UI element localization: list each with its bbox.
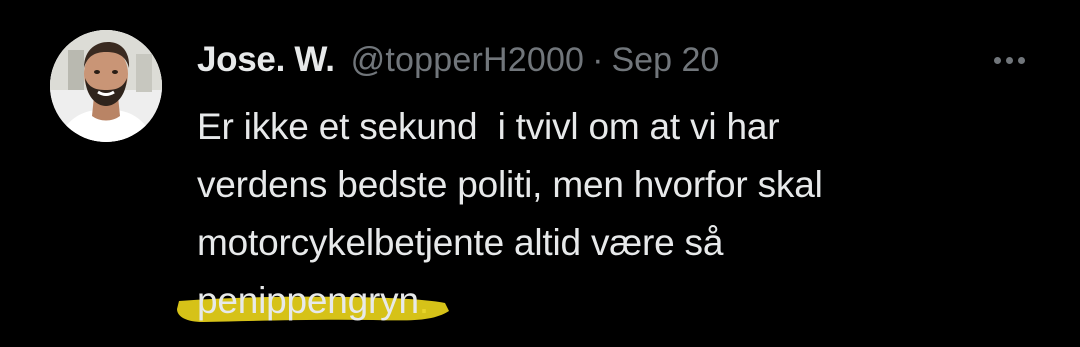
highlighted-word: penippengryn xyxy=(177,272,449,330)
separator-dot: · xyxy=(592,40,604,79)
tweet-text: Er ikke et sekund i tvivl om at vi har v… xyxy=(177,98,997,330)
avatar[interactable] xyxy=(50,30,162,142)
tweet-text-line: motorcykelbetjente altid være så xyxy=(197,222,724,263)
tweet-timestamp[interactable]: Sep 20 xyxy=(612,41,720,80)
author-handle[interactable]: @topperH2000 xyxy=(351,41,585,80)
profile-photo-icon xyxy=(50,30,162,142)
tweet-text-line: Er ikke et sekund i tvivl om at vi har xyxy=(197,106,780,147)
more-options-icon xyxy=(993,56,1025,64)
tweet[interactable]: Jose. W. @topperH2000 · Sep 20 Er ikke e… xyxy=(0,0,1080,347)
tweet-text-line: verdens bedste politi, men hvorfor skal xyxy=(197,164,823,205)
more-options-button[interactable] xyxy=(982,38,1036,82)
author-display-name[interactable]: Jose. W. xyxy=(197,40,335,80)
tweet-text-line-last: penippengryn. xyxy=(177,272,997,330)
tweet-header: Jose. W. @topperH2000 · Sep 20 xyxy=(197,36,719,84)
